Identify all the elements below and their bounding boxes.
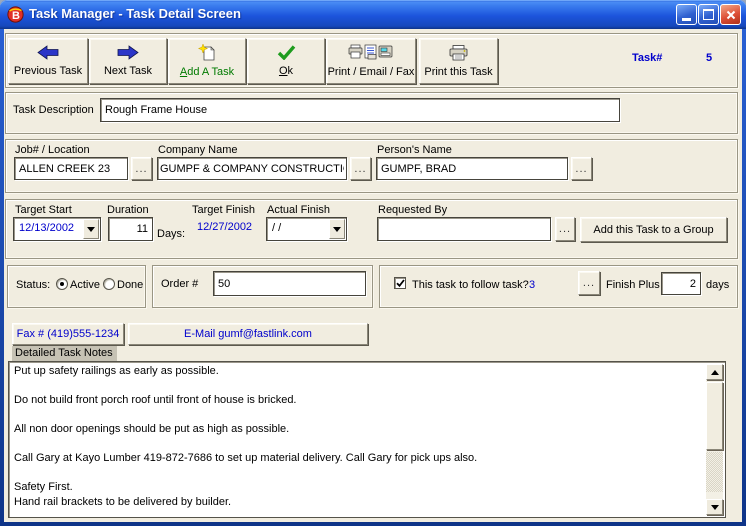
target-start-label: Target Start bbox=[15, 204, 72, 216]
print-task-label: Print this Task bbox=[424, 67, 492, 78]
chevron-down-icon bbox=[87, 227, 95, 232]
minimize-button[interactable] bbox=[676, 4, 697, 25]
print-email-fax-button[interactable]: Print / Email / Fax bbox=[326, 38, 416, 84]
actual-finish-label: Actual Finish bbox=[267, 204, 330, 216]
person-name-label: Person's Name bbox=[377, 144, 452, 156]
task-description-label: Task Description bbox=[13, 104, 94, 116]
add-task-button[interactable]: Add A Task bbox=[168, 38, 246, 84]
add-to-group-button[interactable]: Add this Task to a Group bbox=[580, 217, 727, 242]
follow-task-checkbox[interactable] bbox=[394, 277, 406, 289]
arrow-left-icon bbox=[37, 45, 59, 63]
arrow-right-icon bbox=[117, 45, 139, 63]
status-active-radio[interactable] bbox=[56, 278, 68, 290]
status-done-radio[interactable] bbox=[103, 278, 115, 290]
email-button[interactable]: E-Mail gumf@fastlink.com bbox=[128, 323, 368, 345]
chevron-down-icon bbox=[333, 227, 341, 232]
target-finish-label: Target Finish bbox=[192, 204, 255, 216]
order-input[interactable] bbox=[213, 271, 366, 296]
job-location-browse-button[interactable]: ... bbox=[131, 157, 152, 180]
actual-finish-dropdown-button[interactable] bbox=[329, 219, 345, 239]
scrollbar-thumb[interactable] bbox=[706, 382, 723, 450]
task-description-input[interactable] bbox=[100, 98, 620, 122]
finish-plus-input[interactable] bbox=[661, 272, 701, 295]
target-start-combo[interactable]: 12/13/2002 bbox=[13, 217, 101, 241]
minimize-icon bbox=[682, 18, 691, 21]
duration-label: Duration bbox=[107, 204, 149, 216]
finish-plus-days-label: days bbox=[706, 279, 729, 291]
scroll-down-button[interactable] bbox=[706, 499, 723, 515]
print-email-fax-icon bbox=[348, 44, 394, 64]
previous-task-label: Previous Task bbox=[14, 66, 82, 77]
person-name-browse-button[interactable]: ... bbox=[571, 157, 592, 180]
scroll-up-button[interactable] bbox=[706, 364, 723, 380]
requested-by-browse-button[interactable]: ... bbox=[555, 217, 575, 241]
status-done-label: Done bbox=[117, 279, 143, 291]
fax-button[interactable]: Fax # (419)555-1234 bbox=[12, 323, 124, 345]
days-suffix-label: Days: bbox=[157, 228, 185, 240]
company-name-browse-button[interactable]: ... bbox=[350, 157, 371, 180]
detailed-notes-box: Put up safety railings as early as possi… bbox=[8, 361, 726, 518]
ok-label: Ok bbox=[279, 66, 293, 77]
follow-task-browse-button[interactable]: ... bbox=[578, 271, 600, 295]
notes-scrollbar[interactable] bbox=[706, 364, 723, 515]
add-task-label: Add A Task bbox=[180, 67, 234, 78]
actual-finish-combo[interactable]: / / bbox=[266, 217, 347, 241]
arrow-down-icon bbox=[711, 505, 719, 510]
requested-by-label: Requested By bbox=[378, 204, 447, 216]
requested-by-input[interactable] bbox=[377, 217, 551, 241]
next-task-button[interactable]: Next Task bbox=[89, 38, 167, 84]
target-start-value: 12/13/2002 bbox=[19, 222, 74, 234]
titlebar[interactable]: B Task Manager - Task Detail Screen bbox=[0, 0, 746, 29]
job-location-input[interactable] bbox=[14, 157, 128, 180]
arrow-up-icon bbox=[711, 370, 719, 375]
maximize-icon bbox=[703, 9, 714, 20]
status-active-label: Active bbox=[70, 279, 100, 291]
target-start-dropdown-button[interactable] bbox=[83, 219, 99, 239]
vb-app-icon: B bbox=[7, 6, 24, 23]
next-task-label: Next Task bbox=[104, 66, 152, 77]
print-email-fax-label: Print / Email / Fax bbox=[328, 67, 415, 78]
detailed-notes-label: Detailed Task Notes bbox=[12, 346, 117, 361]
scrollbar-track[interactable] bbox=[706, 452, 723, 492]
detailed-notes-text[interactable]: Put up safety railings as early as possi… bbox=[14, 364, 703, 515]
printer-icon bbox=[449, 45, 468, 64]
maximize-button[interactable] bbox=[698, 4, 719, 25]
target-finish-value: 12/27/2002 bbox=[197, 221, 252, 233]
actual-finish-value: / / bbox=[272, 222, 281, 234]
window-title: Task Manager - Task Detail Screen bbox=[29, 6, 241, 21]
job-location-label: Job# / Location bbox=[15, 144, 90, 156]
finish-plus-label: Finish Plus bbox=[606, 279, 660, 291]
status-label: Status: bbox=[16, 279, 50, 291]
task-number-label: Task# bbox=[632, 52, 662, 64]
close-icon bbox=[726, 10, 736, 20]
check-icon bbox=[396, 279, 405, 288]
close-button[interactable] bbox=[720, 4, 741, 25]
person-name-input[interactable] bbox=[376, 157, 568, 180]
duration-input[interactable] bbox=[108, 217, 153, 241]
follow-task-label: This task to follow task? bbox=[412, 279, 529, 291]
follow-task-ref-value: 3 bbox=[529, 279, 535, 291]
print-task-button[interactable]: Print this Task bbox=[419, 38, 498, 84]
company-name-label: Company Name bbox=[158, 144, 237, 156]
company-name-input[interactable] bbox=[157, 157, 347, 180]
app-window: B Task Manager - Task Detail Screen Prev… bbox=[0, 0, 746, 526]
new-task-icon bbox=[198, 44, 216, 64]
ok-button[interactable]: Ok bbox=[247, 38, 325, 84]
svg-text:B: B bbox=[12, 10, 20, 22]
previous-task-button[interactable]: Previous Task bbox=[8, 38, 88, 84]
order-label: Order # bbox=[161, 278, 198, 290]
ok-check-icon bbox=[277, 45, 296, 63]
task-number-value: 5 bbox=[706, 52, 712, 64]
